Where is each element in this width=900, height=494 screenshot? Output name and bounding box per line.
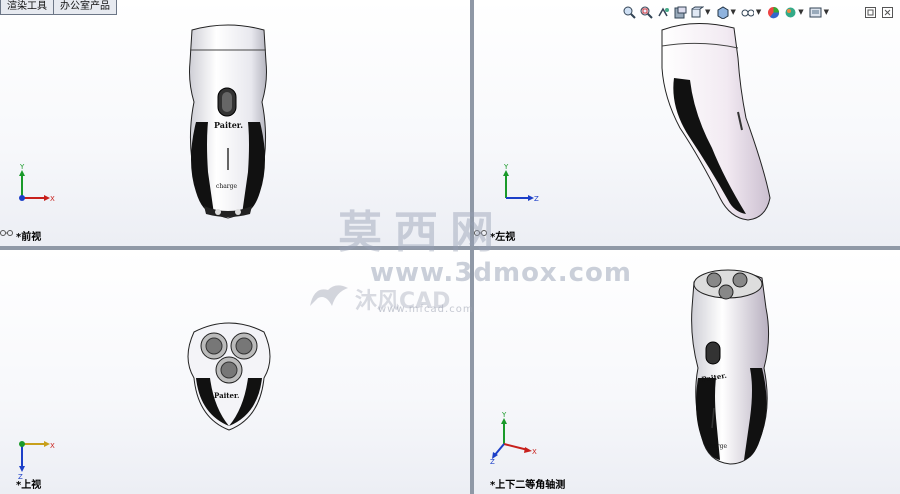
viewport-name: *上下二等角轴测 <box>490 480 566 491</box>
command-tabs: 渲染工具 办公室产品 <box>0 0 117 15</box>
axis-y-label: Y <box>19 163 25 171</box>
axis-x-label: X <box>50 195 55 203</box>
shaver-top-model[interactable]: Paiter. <box>184 318 274 434</box>
display-style-icon[interactable] <box>715 5 729 19</box>
section-view-icon[interactable] <box>673 5 687 19</box>
glasses-icon <box>0 230 13 236</box>
tab-render-tools[interactable]: 渲染工具 <box>0 0 54 15</box>
axis-triad-iso: Y X Z <box>490 411 540 466</box>
view-settings-icon[interactable] <box>809 5 823 19</box>
apply-scene-icon[interactable] <box>783 5 797 19</box>
axis-triad-front: Y X <box>12 163 62 214</box>
viewport-label-front: *前视 <box>0 228 42 243</box>
shaver-iso-model[interactable]: Paiter. charge <box>688 268 778 466</box>
zoom-area-icon[interactable] <box>639 5 653 19</box>
glasses-icon <box>474 230 487 236</box>
axis-x-label: X <box>50 442 55 450</box>
viewport-name: *左视 <box>490 232 516 243</box>
axis-y-label: Y <box>501 411 507 419</box>
viewport-name: *上视 <box>16 480 42 491</box>
charge-text: charge <box>706 443 728 450</box>
axis-triad-left: Y Z <box>496 163 546 214</box>
brand-text: Paiter. <box>214 120 243 130</box>
tab-office-products[interactable]: 办公室产品 <box>54 0 117 15</box>
viewport-label-top: *上视 <box>16 476 41 491</box>
axis-triad-top: X Z <box>12 432 62 482</box>
viewport-top[interactable]: Paiter. X Z *上视 <box>0 250 470 494</box>
axis-z-label: Z <box>534 195 539 203</box>
edit-appearance-icon[interactable] <box>766 5 780 19</box>
axis-y-label: Y <box>503 163 509 171</box>
viewport-left[interactable]: ▼ ▼ ▼ ▼ ▼ Y Z *左视 <box>474 0 900 246</box>
viewport-label-left: *左视 <box>474 228 516 243</box>
hide-show-icon[interactable] <box>741 5 755 19</box>
viewport-name: *前视 <box>16 232 42 243</box>
heads-up-toolbar: ▼ ▼ ▼ ▼ ▼ <box>622 2 900 22</box>
zoom-to-fit-icon[interactable] <box>622 5 636 19</box>
view-orientation-icon[interactable] <box>690 5 704 19</box>
restore-window-icon[interactable] <box>863 5 877 19</box>
shaver-side-model[interactable] <box>654 18 774 224</box>
previous-view-icon[interactable] <box>656 5 670 19</box>
viewport-front[interactable]: 渲染工具 办公室产品 Paiter. charge Y X *前视 <box>0 0 470 246</box>
shaver-front-model[interactable]: Paiter. charge <box>178 22 278 222</box>
viewport-label-iso: *上下二等角轴测 <box>490 476 565 491</box>
close-window-icon[interactable] <box>880 5 894 19</box>
brand-text: Paiter. <box>214 391 239 400</box>
axis-x-label: X <box>532 448 537 456</box>
viewport-isometric[interactable]: Paiter. charge Y X Z *上下二等角轴测 <box>474 250 900 494</box>
charge-text: charge <box>216 183 238 190</box>
axis-z-label: Z <box>490 458 495 466</box>
